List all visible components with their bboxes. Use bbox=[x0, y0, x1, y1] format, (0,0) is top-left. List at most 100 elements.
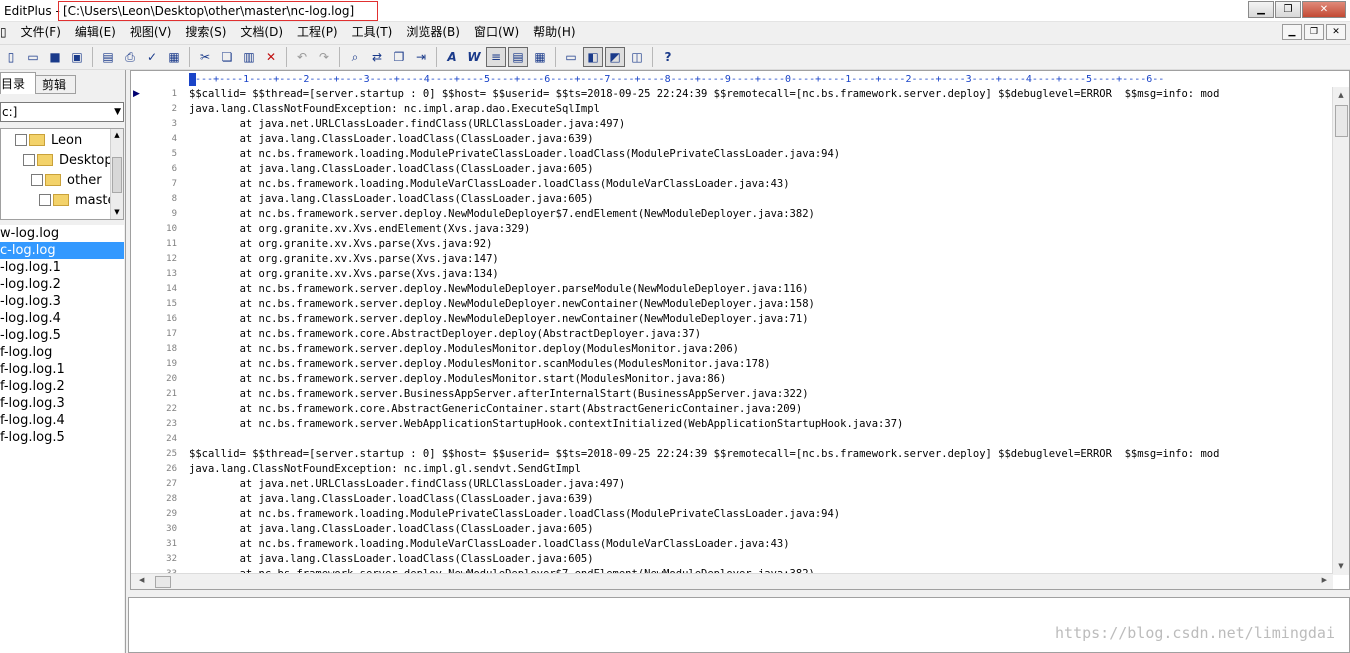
menu-search[interactable]: 搜索(S) bbox=[178, 22, 233, 42]
tab-directory[interactable]: 目录 bbox=[0, 72, 36, 94]
list-item[interactable]: f-log.log bbox=[0, 344, 124, 361]
code-line[interactable]: 2 java.lang.ClassNotFoundException: nc.im… bbox=[131, 102, 1331, 117]
new-file-icon[interactable]: ▯ bbox=[1, 47, 21, 67]
directory-window-icon[interactable]: ◧ bbox=[583, 47, 603, 67]
scroll-left-icon[interactable]: ◀ bbox=[139, 576, 144, 584]
code-line[interactable]: 1 $$callid= $$thread=[server.startup : 0]… bbox=[131, 87, 1331, 102]
list-item[interactable]: f-log.log.5 bbox=[0, 429, 124, 446]
menu-tools[interactable]: 工具(T) bbox=[345, 22, 400, 42]
list-item[interactable]: -log.log.4 bbox=[0, 310, 124, 327]
html-preview-icon[interactable]: ▦ bbox=[164, 47, 184, 67]
print-icon[interactable]: ⎙ bbox=[120, 47, 140, 67]
folder-tree[interactable]: Leon Desktop other maste ▲ ▼ bbox=[0, 128, 124, 220]
undo-icon[interactable]: ↶ bbox=[292, 47, 312, 67]
goto-line-icon[interactable]: ⇥ bbox=[411, 47, 431, 67]
spell-check-icon[interactable]: ✓ bbox=[142, 47, 162, 67]
font-icon[interactable]: A bbox=[442, 47, 462, 67]
code-line[interactable]: 19 at nc.bs.framework.server.deploy.Modu… bbox=[131, 357, 1331, 372]
scroll-thumb[interactable] bbox=[155, 576, 171, 588]
list-item[interactable]: f-log.log.4 bbox=[0, 412, 124, 429]
editor-pane[interactable]: ----+----1----+----2----+----3----+----4… bbox=[130, 70, 1350, 590]
save-icon[interactable]: ■ bbox=[45, 47, 65, 67]
doc-restore-icon[interactable]: ❐ bbox=[1304, 24, 1324, 40]
menu-doc-icon[interactable]: ▯ bbox=[0, 22, 14, 42]
code-line[interactable]: 12 at org.granite.xv.Xvs.parse(Xvs.java:… bbox=[131, 252, 1331, 267]
code-line[interactable]: 29 at nc.bs.framework.loading.ModulePriv… bbox=[131, 507, 1331, 522]
scroll-down-icon[interactable]: ▼ bbox=[111, 206, 123, 219]
code-line[interactable]: 3 at java.net.URLClassLoader.findClass(U… bbox=[131, 117, 1331, 132]
menu-edit[interactable]: 编辑(E) bbox=[68, 22, 123, 42]
list-item[interactable]: w-log.log bbox=[0, 225, 124, 242]
code-area[interactable]: 1 $$callid= $$thread=[server.startup : 0]… bbox=[131, 87, 1331, 575]
column-select-icon[interactable]: ▦ bbox=[530, 47, 550, 67]
scroll-right-icon[interactable]: ▶ bbox=[1322, 576, 1327, 584]
menu-view[interactable]: 视图(V) bbox=[123, 22, 179, 42]
help-icon[interactable]: ? bbox=[658, 47, 678, 67]
code-line[interactable]: 21 at nc.bs.framework.server.BusinessApp… bbox=[131, 387, 1331, 402]
code-line[interactable]: 20 at nc.bs.framework.server.deploy.Modu… bbox=[131, 372, 1331, 387]
tree-scrollbar[interactable]: ▲ ▼ bbox=[110, 129, 123, 219]
code-line[interactable]: 18 at nc.bs.framework.server.deploy.Modu… bbox=[131, 342, 1331, 357]
code-line[interactable]: 23 at nc.bs.framework.server.WebApplicat… bbox=[131, 417, 1331, 432]
code-line[interactable]: 5 at nc.bs.framework.loading.ModulePriva… bbox=[131, 147, 1331, 162]
list-item[interactable]: f-log.log.2 bbox=[0, 378, 124, 395]
menu-browser[interactable]: 浏览器(B) bbox=[399, 22, 467, 42]
code-line[interactable]: 17 at nc.bs.framework.core.AbstractDeplo… bbox=[131, 327, 1331, 342]
code-line[interactable]: 7 at nc.bs.framework.loading.ModuleVarCl… bbox=[131, 177, 1331, 192]
chevron-down-icon[interactable]: ▼ bbox=[114, 103, 121, 121]
scroll-up-icon[interactable]: ▲ bbox=[1333, 87, 1349, 104]
scroll-down-icon[interactable]: ▼ bbox=[1333, 558, 1349, 575]
find-icon[interactable]: ⌕ bbox=[345, 47, 365, 67]
tree-item-desktop[interactable]: Desktop bbox=[23, 150, 113, 170]
tree-expand-box[interactable] bbox=[31, 174, 43, 186]
list-item[interactable]: -log.log.5 bbox=[0, 327, 124, 344]
code-line[interactable]: 31 at nc.bs.framework.loading.ModuleVarC… bbox=[131, 537, 1331, 552]
toggle-panel-icon[interactable]: ▭ bbox=[561, 47, 581, 67]
scroll-thumb[interactable] bbox=[1335, 105, 1348, 137]
redo-icon[interactable]: ↷ bbox=[314, 47, 334, 67]
code-line[interactable]: 27 at java.net.URLClassLoader.findClass(… bbox=[131, 477, 1331, 492]
menu-window[interactable]: 窗口(W) bbox=[467, 22, 526, 42]
code-line[interactable]: 14 at nc.bs.framework.server.deploy.NewM… bbox=[131, 282, 1331, 297]
minimize-icon[interactable]: ▁ bbox=[1248, 1, 1274, 18]
save-all-icon[interactable]: ▣ bbox=[67, 47, 87, 67]
list-item[interactable]: -log.log.2 bbox=[0, 276, 124, 293]
restore-icon[interactable]: ❐ bbox=[1275, 1, 1301, 18]
code-line[interactable]: 11 at org.granite.xv.Xvs.parse(Xvs.java:… bbox=[131, 237, 1331, 252]
output-window-icon[interactable]: ◩ bbox=[605, 47, 625, 67]
code-line[interactable]: 4 at java.lang.ClassLoader.loadClass(Cla… bbox=[131, 132, 1331, 147]
menu-help[interactable]: 帮助(H) bbox=[526, 22, 582, 42]
output-window[interactable]: https://blog.csdn.net/limingdai bbox=[128, 597, 1350, 653]
menu-file[interactable]: 文件(F) bbox=[14, 22, 68, 42]
list-item-selected[interactable]: c-log.log bbox=[0, 242, 124, 259]
menu-document[interactable]: 文档(D) bbox=[233, 22, 290, 42]
copy-icon[interactable]: ❏ bbox=[217, 47, 237, 67]
line-number-icon[interactable]: ≡ bbox=[486, 47, 506, 67]
close-icon[interactable]: ✕ bbox=[1302, 1, 1346, 18]
doc-minimize-icon[interactable]: ▁ bbox=[1282, 24, 1302, 40]
tree-item-other[interactable]: other bbox=[31, 170, 102, 190]
paste-icon[interactable]: ▥ bbox=[239, 47, 259, 67]
tree-item-leon[interactable]: Leon bbox=[15, 130, 82, 150]
code-line[interactable]: 10 at org.granite.xv.Xvs.endElement(Xvs.… bbox=[131, 222, 1331, 237]
code-line[interactable]: 16 at nc.bs.framework.server.deploy.NewM… bbox=[131, 312, 1331, 327]
tree-item-master[interactable]: maste bbox=[39, 190, 116, 210]
word-wrap-icon[interactable]: W bbox=[464, 47, 484, 67]
tree-expand-box[interactable] bbox=[39, 194, 51, 206]
vertical-scrollbar[interactable]: ▲ ▼ bbox=[1332, 87, 1349, 575]
code-line[interactable]: 22 at nc.bs.framework.core.AbstractGener… bbox=[131, 402, 1331, 417]
code-line[interactable]: 24 bbox=[131, 432, 1331, 447]
list-item[interactable]: f-log.log.3 bbox=[0, 395, 124, 412]
replace-icon[interactable]: ⇄ bbox=[367, 47, 387, 67]
code-line[interactable]: 15 at nc.bs.framework.server.deploy.NewM… bbox=[131, 297, 1331, 312]
list-item[interactable]: -log.log.3 bbox=[0, 293, 124, 310]
open-file-icon[interactable]: ▭ bbox=[23, 47, 43, 67]
tree-expand-box[interactable] bbox=[15, 134, 27, 146]
print-preview-icon[interactable]: ▤ bbox=[98, 47, 118, 67]
delete-icon[interactable]: ✕ bbox=[261, 47, 281, 67]
code-line[interactable]: 30 at java.lang.ClassLoader.loadClass(Cl… bbox=[131, 522, 1331, 537]
code-line[interactable]: 6 at java.lang.ClassLoader.loadClass(Cla… bbox=[131, 162, 1331, 177]
horizontal-scrollbar[interactable]: ◀ ▶ bbox=[131, 573, 1333, 589]
code-line[interactable]: 13 at org.granite.xv.Xvs.parse(Xvs.java:… bbox=[131, 267, 1331, 282]
find-in-files-icon[interactable]: ❐ bbox=[389, 47, 409, 67]
